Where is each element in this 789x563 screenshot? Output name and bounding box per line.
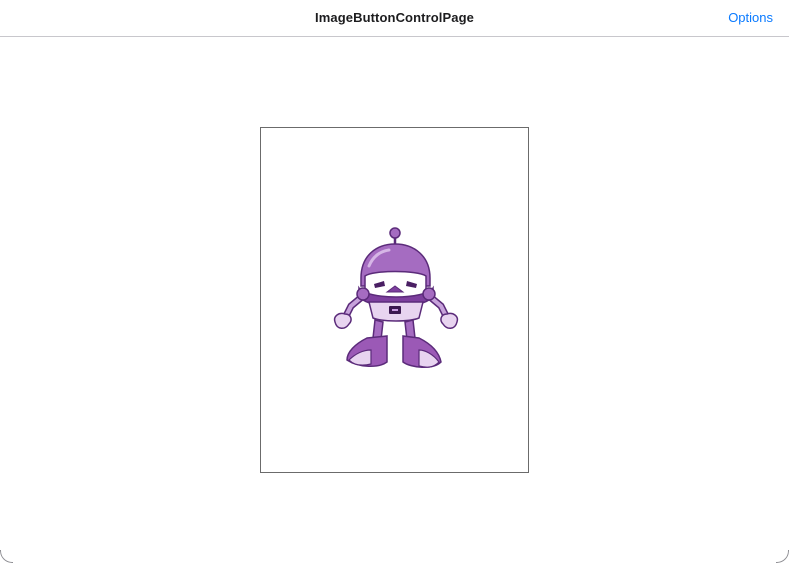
dotnet-bot-icon <box>333 227 459 368</box>
screen-corner-right <box>776 550 789 563</box>
image-button[interactable] <box>260 127 529 473</box>
page-title: ImageButtonControlPage <box>315 10 474 25</box>
navigation-bar: ImageButtonControlPage Options <box>0 0 789 37</box>
screen-corner-left <box>0 550 13 563</box>
options-button[interactable]: Options <box>728 10 773 25</box>
screen: ImageButtonControlPage Options <box>0 0 789 563</box>
